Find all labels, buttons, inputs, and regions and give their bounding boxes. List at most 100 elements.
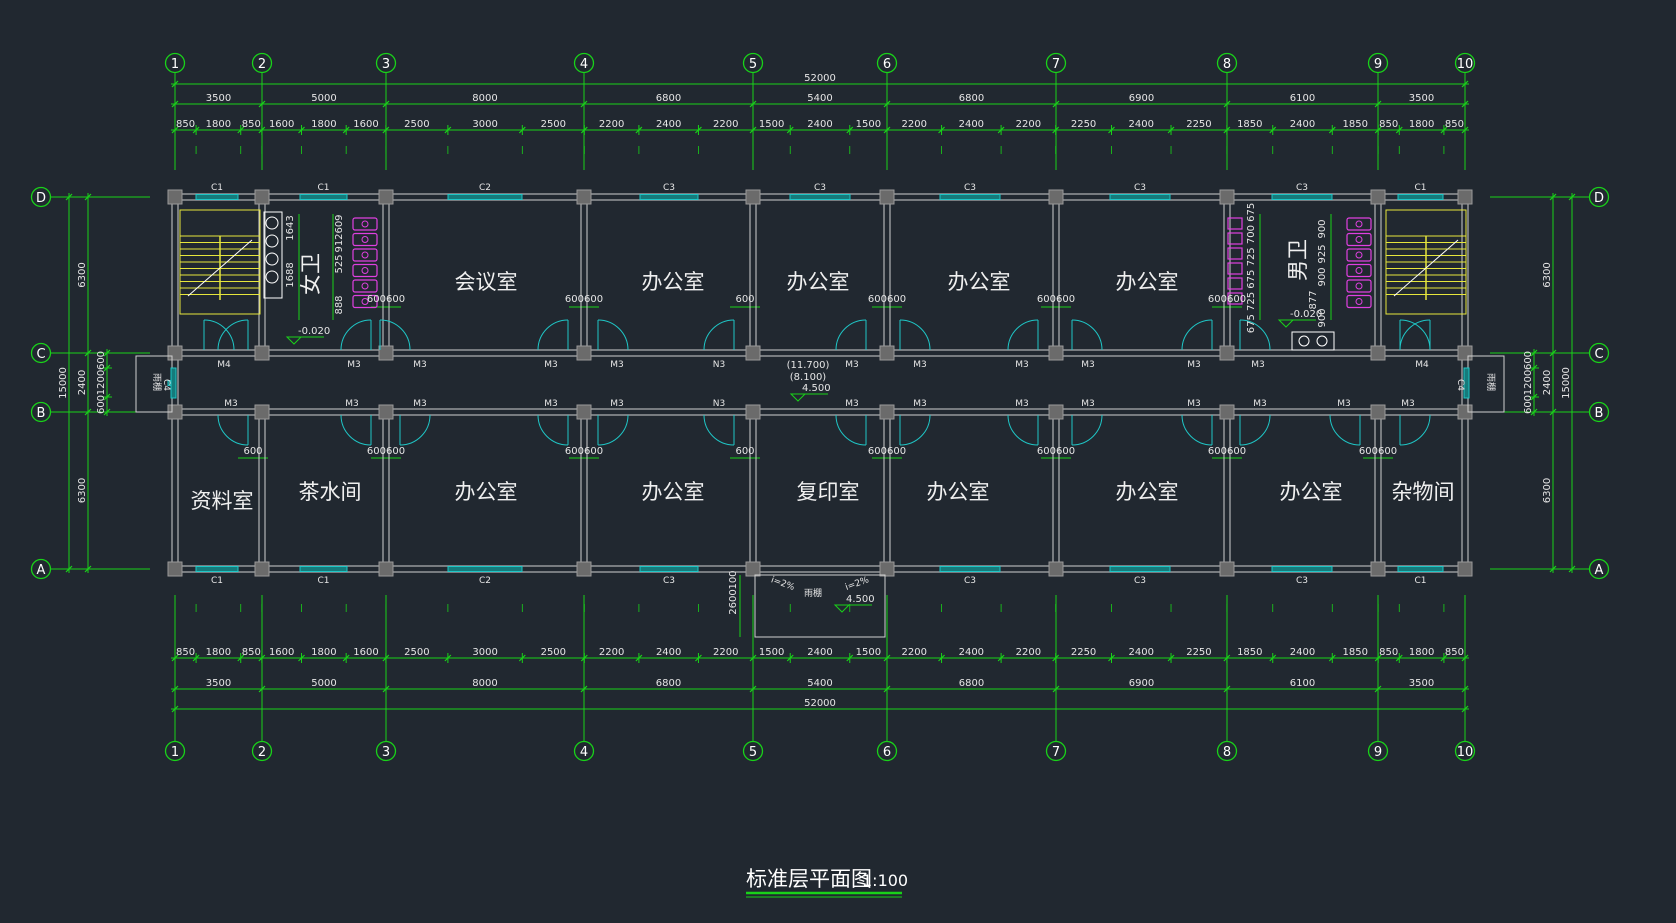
- dim-bottom-segment-value: 2200: [1016, 647, 1041, 658]
- door-label: M3: [544, 399, 558, 409]
- dim-bottom-segment-value: 850: [1445, 647, 1464, 658]
- door-label: M3: [1081, 399, 1095, 409]
- door-label: M3: [347, 360, 361, 370]
- door-swing: [1239, 414, 1271, 446]
- dim-top-segment-value: 2500: [404, 119, 429, 130]
- dim-side-corridor-left-value: 600: [96, 395, 107, 414]
- room-label: 办公室: [1280, 480, 1343, 504]
- dim-bottom-segment-value: 2200: [713, 647, 738, 658]
- toilet-bowl: [1355, 220, 1363, 228]
- structural-column: [254, 189, 270, 205]
- dim-top-segment-value: 1500: [759, 119, 784, 130]
- window: [789, 194, 851, 200]
- door-gap-value: 600600: [367, 294, 405, 305]
- dim-top-segment-value: 2400: [656, 119, 681, 130]
- canopy-label: 雨棚: [1485, 373, 1497, 391]
- door-gap-value: 600600: [868, 446, 906, 457]
- dim-bottom-segment-value: 2200: [599, 647, 624, 658]
- labels: C1 C1 C2 C3 C3 C3 C3 C3 C1 C1 C1 C2 C3 C3 C3 C3 C1 C4 C4 M4…: [151, 183, 1497, 615]
- structural-column: [167, 561, 183, 577]
- door-swing: [899, 414, 931, 446]
- door-swing: [835, 414, 867, 446]
- dim-side-room-left-value: 6300: [77, 478, 88, 503]
- structural-column: [576, 189, 592, 205]
- room-label: 茶水间: [299, 480, 362, 504]
- drawing-scale-text: 1:100: [862, 871, 908, 890]
- window: [939, 566, 1001, 572]
- door-label: M3: [1251, 360, 1265, 370]
- structural-column: [1219, 345, 1235, 361]
- window-label: C3: [1134, 183, 1146, 193]
- window-label: C1: [211, 576, 223, 586]
- window: [1109, 194, 1171, 200]
- window-label: C4: [1455, 379, 1465, 391]
- dim-bottom-bay-value: 5000: [311, 678, 336, 689]
- axis-label-1: 1: [171, 57, 179, 72]
- canopy-depth: 2600: [728, 589, 739, 614]
- door-gap-value: 600600: [1037, 446, 1075, 457]
- axis-label-C: C: [36, 347, 45, 362]
- structural-column: [1370, 404, 1386, 420]
- door-label: M3: [345, 399, 359, 409]
- room-label: 资料室: [191, 489, 254, 513]
- elevation-floor-mark: [285, 336, 303, 345]
- room-label: 办公室: [1116, 480, 1179, 504]
- axis-label-4: 4: [580, 745, 588, 760]
- dim-top-segment-value: 2200: [902, 119, 927, 130]
- door-swing: [1399, 414, 1431, 446]
- structural-column: [1048, 561, 1064, 577]
- toilet-female-label: 女卫: [299, 253, 323, 295]
- axis-label-7: 7: [1052, 745, 1060, 760]
- dim-top-segment-value: 850: [1379, 119, 1398, 130]
- dim-top-total-value: 52000: [804, 73, 836, 84]
- door-label: M3: [1401, 399, 1415, 409]
- structural-column: [378, 345, 394, 361]
- door-swing: [340, 414, 372, 446]
- door-label: M3: [610, 360, 624, 370]
- door-gap-value: 600: [735, 294, 754, 305]
- dim-bottom-segment-value: 2500: [541, 647, 566, 658]
- structural-column: [1370, 345, 1386, 361]
- door-swing: [1071, 414, 1103, 446]
- toilet-stall: [352, 232, 378, 247]
- structural-column: [745, 561, 761, 577]
- door-label: M3: [1081, 360, 1095, 370]
- window: [195, 566, 239, 572]
- axis-label-B: B: [37, 406, 46, 421]
- window-label: C1: [1414, 183, 1426, 193]
- dim-bottom-segment-value: 1800: [311, 647, 336, 658]
- toilet-bowl: [361, 220, 369, 228]
- toilet-stall: [352, 217, 378, 231]
- dim-top-segment-value: 2400: [959, 119, 984, 130]
- dim-bottom-bay-value: 5400: [807, 678, 832, 689]
- toilet-dim-value: 525: [334, 254, 345, 273]
- door-swing: [1007, 414, 1039, 446]
- dim-bottom-segment-value: 1600: [353, 647, 378, 658]
- window: [1397, 566, 1444, 572]
- dim-bottom-total-value: 52000: [804, 698, 836, 709]
- structural-column: [576, 345, 592, 361]
- dim-bottom-segment-value: 1850: [1342, 647, 1367, 658]
- axis-label-9: 9: [1374, 745, 1382, 760]
- toilet-bowl: [1355, 251, 1363, 259]
- axis-label-7: 7: [1052, 57, 1060, 72]
- toilet-stall: [1346, 248, 1372, 262]
- canopy-slope-left: i=2%: [770, 575, 797, 593]
- toilet-dim-value: 925: [1317, 244, 1328, 263]
- toilet-bowl: [1355, 236, 1363, 243]
- dim-bottom-segment-value: 1800: [206, 647, 231, 658]
- toilet-stall: [1346, 217, 1372, 231]
- toilet-stall: [1346, 279, 1372, 293]
- door-label: N3: [713, 360, 725, 370]
- washbasin-counter: [1291, 331, 1335, 351]
- structural-column: [745, 404, 761, 420]
- axis-label-2: 2: [258, 57, 266, 72]
- structural-column: [1219, 561, 1235, 577]
- door-label: M3: [413, 360, 427, 370]
- room-label: 办公室: [948, 270, 1011, 294]
- dim-bottom-bay-value: 6800: [959, 678, 984, 689]
- elevation-corridor-b: (8.100): [790, 372, 827, 383]
- door-swing: [537, 319, 569, 351]
- axis-label-10: 10: [1457, 57, 1474, 72]
- axis-label-9: 9: [1374, 57, 1382, 72]
